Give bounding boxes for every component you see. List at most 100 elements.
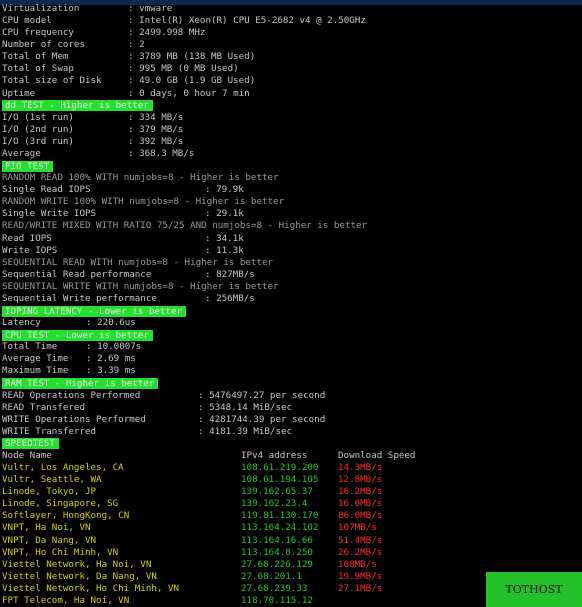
ipv4-address: 118.70.115.12 (241, 594, 313, 606)
output-line: Latency : 220.6us (2, 317, 580, 329)
output-line: Total size of Disk: 49.0 GB (1.9 GB Used… (2, 75, 580, 87)
line-value: : 3.39 ms (86, 365, 136, 377)
download-speed: 108MB/s (338, 558, 377, 570)
speedtest-row: Vultr, Seattle, WA 108.61.194.105 12.8MB/s (2, 474, 580, 486)
line-label: Total of Swap (2, 63, 74, 75)
output-line: READ Transfered: 5348.14 MiB/sec (2, 402, 580, 414)
node-name: Linode, Singapore, SG (2, 498, 119, 510)
line-label: I/O (3rd run) (2, 135, 74, 147)
line-label: Write IOPS (2, 244, 58, 256)
line-value: : 34.1k (205, 232, 244, 244)
ipv4-address: 27.68.239.33 (241, 582, 308, 594)
output-line: Read IOPS : 34.1k (2, 233, 580, 245)
speedtest-column-headers: Node Name IPv4 address Download Speed (2, 450, 580, 462)
output-line: WRITE Operations Performed: 4281744.39 p… (2, 414, 580, 426)
node-name: Viettel Network, Ha Noi, VN (2, 558, 152, 570)
line-value: : 256MB/s (205, 292, 255, 304)
speedtest-row: Softlayer, HongKong, CN 119.81.130.170 86.… (2, 510, 580, 522)
ipv4-address: 108.61.219.200 (241, 462, 319, 474)
line-label: Total Time (2, 341, 58, 353)
ipv4-address: 119.81.130.170 (241, 510, 319, 522)
dd-test-header: dd TEST - Higher is better (2, 100, 153, 112)
line-label: READ Operations Performed (2, 389, 141, 401)
speedtest-row: Linode, Tokyo, JP 139.162.65.37 16.2MB/s (2, 486, 580, 498)
output-line: Sequential Write performance: 256MB/s (2, 293, 580, 305)
output-line: I/O (2nd run) : 379 MB/s (2, 124, 580, 136)
output-line: Virtualization : vmware (2, 3, 580, 15)
line-value: : Intel(R) Xeon(R) CPU E5-2682 v4 @ 2.50… (128, 15, 366, 27)
line-label: Sequential Read performance (2, 268, 152, 280)
output-line: RANDOM WRITE 100% WITH numjobs=8 - Highe… (2, 196, 580, 208)
output-line: CPU frequency : 2499.998 MHz (2, 27, 580, 39)
speedtest-row: VNPT, Ho Chi Minh, VN 113.164.8.250 26.2MB… (2, 547, 580, 559)
line-value: : 220.6us (86, 317, 136, 329)
line-value: : 2 (128, 39, 145, 51)
output-line: I/O (1st run) : 334 MB/s (2, 112, 580, 124)
line-label: CPU model (2, 15, 52, 27)
node-name: Vultr, Los Angeles, CA (2, 462, 124, 474)
node-name: Vultr, Seattle, WA (2, 474, 102, 486)
line-value: : 49.0 GB (1.9 GB Used) (128, 75, 256, 87)
line-value: : 995 MB (0 MB Used) (128, 63, 239, 75)
download-speed: 51.4MB/s (338, 534, 383, 546)
ipv4-address: 113.164.16.66 (241, 534, 313, 546)
line-label: I/O (2nd run) (2, 123, 74, 135)
line-value: : vmware (128, 3, 173, 14)
line-label: WRITE Transferred (2, 425, 97, 437)
output-line: Total of Mem: 3789 MB (138 MB Used) (2, 51, 580, 63)
line-label: Number of cores (2, 39, 85, 51)
download-speed: 14.3MB/s (338, 462, 383, 474)
output-line: Single Write IOPS: 29.1k (2, 208, 580, 220)
node-name: FPT Telecom, Ha Noi, VN (2, 594, 130, 606)
output-line: Average Time : 2.69 ms (2, 353, 580, 365)
line-label: READ Transfered (2, 401, 85, 413)
line-label: READ/WRITE MIXED WITH RATIO 75/25 AND nu… (2, 220, 368, 232)
output-line: READ/WRITE MIXED WITH RATIO 75/25 AND nu… (2, 220, 580, 232)
fio-test-header: FIO TEST (2, 160, 54, 172)
line-value: : 2.69 ms (86, 353, 136, 365)
line-value: : 11.3k (205, 244, 244, 256)
line-label: RANDOM WRITE 100% WITH numjobs=8 - Highe… (2, 196, 285, 208)
line-value: : 392 MB/s (128, 135, 184, 147)
line-label: CPU frequency (2, 27, 74, 39)
node-name: Viettel Network, Ho Chi Minh, VN (2, 582, 180, 594)
line-value: : 2499.998 MHz (128, 27, 206, 39)
line-label: Average (2, 147, 41, 159)
node-name: VNPT, Ho Chi Minh, VN (2, 546, 119, 558)
output-line: WRITE Transferred: 4181.39 MiB/sec (2, 426, 580, 438)
line-label: Read IOPS (2, 232, 52, 244)
line-value: : 379 MB/s (128, 123, 184, 135)
line-label: Average Time (2, 353, 69, 365)
ipv4-address: 139.162.23.4 (241, 498, 308, 510)
cpu-test-header: CPU TEST - Lower is better (2, 329, 153, 341)
line-label: SEQUENTIAL WRITE WITH numjobs=8 - Higher… (2, 280, 279, 292)
ram-test-header: RAM TEST - Higher is better (2, 377, 159, 389)
line-value: : 0 days, 0 hour 7 min (128, 87, 250, 99)
line-label: Total of Mem (2, 51, 69, 63)
ipv4-address: 113.164.24.102 (241, 522, 319, 534)
line-label: Virtualization (2, 3, 80, 14)
ioping-header: IOPING LATENCY - Lower is better (2, 305, 187, 317)
download-speed: 86.0MB/s (338, 510, 383, 522)
line-label: Latency (2, 317, 41, 329)
line-value: : 4281744.39 per second (198, 413, 326, 425)
speedtest-row: Viettel Network, Ha Noi, VN 27.68.226.129… (2, 559, 580, 571)
output-line: CPU model : Intel(R) Xeon(R) CPU E5-2682 … (2, 15, 580, 27)
speedtest-row: Vultr, Los Angeles, CA 108.61.219.200 14.3… (2, 462, 580, 474)
output-line: Uptime: 0 days, 0 hour 7 min (2, 88, 580, 100)
speedtest-row: Linode, Singapore, SG 139.162.23.4 16.6MB/… (2, 498, 580, 510)
download-speed: 27.1MB/s (338, 582, 383, 594)
column-header: Download Speed (338, 449, 416, 461)
line-value: : 29.1k (205, 208, 244, 220)
line-label: RANDOM READ 100% WITH numjobs=8 - Higher… (2, 172, 279, 184)
output-line: Write IOPS : 11.3k (2, 245, 580, 257)
line-value: : 334 MB/s (128, 111, 184, 123)
output-line: Single Read IOPS: 79.9k (2, 184, 580, 196)
output-line: Sequential Read performance: 827MB/s (2, 269, 580, 281)
output-line: RANDOM READ 100% WITH numjobs=8 - Higher… (2, 172, 580, 184)
tothost-button[interactable]: TOTHOST (486, 572, 582, 607)
line-label: I/O (1st run) (2, 111, 74, 123)
output-line: I/O (3rd run) : 392 MB/s (2, 136, 580, 148)
output-line: SEQUENTIAL READ WITH numjobs=8 - Higher … (2, 257, 580, 269)
terminal-output: Virtualization : vmware CPU model : Intel(R… (0, 0, 582, 607)
